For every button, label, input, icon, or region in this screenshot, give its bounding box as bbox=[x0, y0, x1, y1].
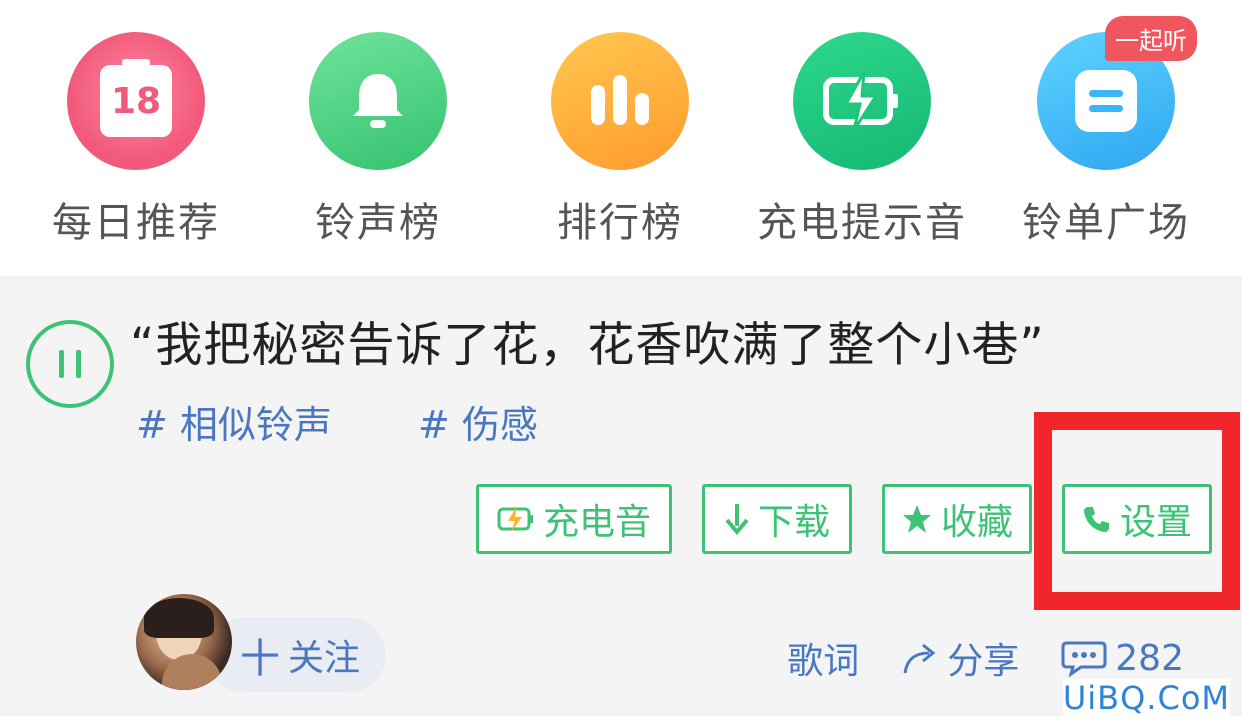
category-nav: 18 每日推荐 铃声榜 排行榜 充电提示音 一起听 铃单广场 bbox=[0, 0, 1242, 276]
button-label: 充电音 bbox=[542, 502, 651, 543]
avatar[interactable] bbox=[136, 594, 232, 690]
ringtone-title: “我把秘密告诉了花，花香吹满了整个小巷” bbox=[130, 318, 1045, 373]
nav-label: 铃单广场 bbox=[1022, 200, 1190, 246]
download-icon bbox=[724, 502, 750, 536]
nav-label: 排行榜 bbox=[557, 200, 683, 246]
lyrics-link[interactable]: 歌词 bbox=[787, 632, 859, 684]
calendar-icon: 18 bbox=[67, 32, 205, 170]
download-button[interactable]: 下载 bbox=[702, 484, 852, 554]
bar-chart-icon bbox=[551, 32, 689, 170]
comment-count: 282 bbox=[1115, 637, 1184, 679]
battery-charge-icon bbox=[497, 504, 535, 534]
share-icon bbox=[901, 641, 939, 675]
watermark: UiBQ.CoM bbox=[1062, 679, 1230, 717]
follow-button[interactable]: 十 关注 bbox=[206, 618, 386, 692]
share-label: 分享 bbox=[947, 641, 1020, 682]
favorite-button[interactable]: 收藏 bbox=[882, 484, 1032, 554]
calendar-date: 18 bbox=[110, 80, 162, 122]
pause-icon-bar bbox=[59, 350, 64, 378]
pause-icon-bar bbox=[76, 350, 81, 378]
nav-label: 充电提示音 bbox=[757, 200, 967, 246]
button-label: 下载 bbox=[757, 502, 830, 543]
lyrics-label: 歌词 bbox=[787, 641, 860, 682]
listen-together-badge[interactable]: 一起听 bbox=[1105, 16, 1197, 61]
nav-label: 每日推荐 bbox=[52, 200, 220, 246]
follow-label: 关注 bbox=[287, 638, 360, 679]
comment-icon bbox=[1061, 639, 1107, 677]
nav-daily-recommend[interactable]: 18 每日推荐 bbox=[26, 32, 246, 248]
nav-ringtone-chart[interactable]: 铃声榜 bbox=[268, 32, 488, 248]
battery-charge-icon bbox=[793, 32, 931, 170]
charge-sound-button[interactable]: 充电音 bbox=[476, 484, 672, 554]
nav-label: 铃声榜 bbox=[315, 200, 441, 246]
nav-playlist-square[interactable]: 一起听 铃单广场 bbox=[996, 16, 1216, 248]
nav-charging-sound[interactable]: 充电提示音 bbox=[752, 32, 972, 248]
list-icon: 一起听 bbox=[1037, 16, 1197, 170]
highlight-box bbox=[1034, 412, 1240, 610]
ringtone-card: “我把秘密告诉了花，花香吹满了整个小巷” # 相似铃声 # 伤感 充电音 下载 … bbox=[0, 276, 1242, 716]
tag-similar[interactable]: # 相似铃声 bbox=[136, 403, 332, 447]
tag-sad[interactable]: # 伤感 bbox=[418, 403, 538, 447]
comments-button[interactable]: 282 bbox=[1061, 638, 1184, 679]
nav-ranking[interactable]: 排行榜 bbox=[510, 32, 730, 248]
pause-button[interactable] bbox=[26, 320, 114, 408]
star-icon bbox=[901, 503, 933, 535]
share-button[interactable]: 分享 bbox=[901, 632, 1019, 684]
plus-icon: 十 bbox=[239, 636, 280, 682]
button-label: 收藏 bbox=[940, 502, 1013, 543]
action-bar: 歌词 分享 282 bbox=[745, 632, 1184, 684]
tag-list: # 相似铃声 # 伤感 bbox=[136, 394, 612, 449]
bell-icon bbox=[309, 32, 447, 170]
